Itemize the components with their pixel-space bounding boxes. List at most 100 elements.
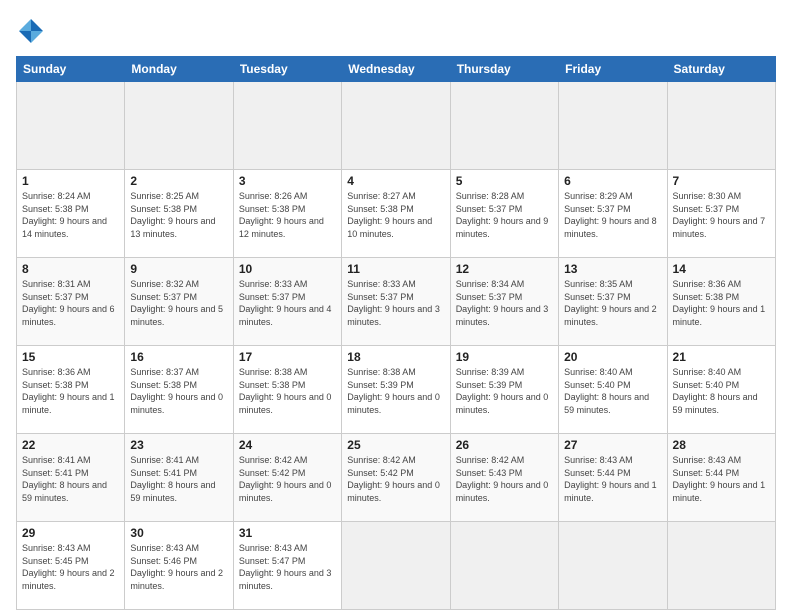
day-detail: Sunrise: 8:35 AMSunset: 5:37 PMDaylight:… (564, 278, 661, 328)
day-number: 30 (130, 526, 227, 540)
day-cell: 17Sunrise: 8:38 AMSunset: 5:38 PMDayligh… (233, 346, 341, 434)
day-detail: Sunrise: 8:42 AMSunset: 5:42 PMDaylight:… (239, 454, 336, 504)
day-cell: 28Sunrise: 8:43 AMSunset: 5:44 PMDayligh… (667, 434, 775, 522)
week-row-6: 29 Sunrise: 8:43 AMSunset: 5:45 PMDayligh… (17, 522, 776, 610)
day-cell: 16 Sunrise: 8:37 AMSunset: 5:38 PMDayligh… (125, 346, 233, 434)
day-detail: Sunrise: 8:42 AMSunset: 5:42 PMDaylight:… (347, 454, 444, 504)
day-number: 29 (22, 526, 119, 540)
day-detail: Sunrise: 8:30 AMSunset: 5:37 PMDaylight:… (673, 190, 770, 240)
day-cell (450, 522, 558, 610)
col-header-tuesday: Tuesday (233, 57, 341, 82)
week-row-4: 15Sunrise: 8:36 AMSunset: 5:38 PMDayligh… (17, 346, 776, 434)
day-detail: Sunrise: 8:41 AMSunset: 5:41 PMDaylight:… (22, 454, 119, 504)
day-cell (559, 522, 667, 610)
day-detail: Sunrise: 8:28 AMSunset: 5:37 PMDaylight:… (456, 190, 553, 240)
page: SundayMondayTuesdayWednesdayThursdayFrid… (0, 0, 792, 612)
day-number: 9 (130, 262, 227, 276)
day-number: 21 (673, 350, 770, 364)
day-cell: 22 Sunrise: 8:41 AMSunset: 5:41 PMDayligh… (17, 434, 125, 522)
day-number: 2 (130, 174, 227, 188)
day-number: 24 (239, 438, 336, 452)
day-cell (342, 522, 450, 610)
day-detail: Sunrise: 8:31 AMSunset: 5:37 PMDaylight:… (22, 278, 119, 328)
day-number: 4 (347, 174, 444, 188)
day-cell (667, 522, 775, 610)
day-number: 1 (22, 174, 119, 188)
day-cell: 29 Sunrise: 8:43 AMSunset: 5:45 PMDayligh… (17, 522, 125, 610)
day-cell (342, 82, 450, 170)
week-row-1 (17, 82, 776, 170)
day-cell: 25 Sunrise: 8:42 AMSunset: 5:42 PMDayligh… (342, 434, 450, 522)
day-cell: 24 Sunrise: 8:42 AMSunset: 5:42 PMDayligh… (233, 434, 341, 522)
day-detail: Sunrise: 8:37 AMSunset: 5:38 PMDaylight:… (130, 366, 227, 416)
day-number: 5 (456, 174, 553, 188)
day-detail: Sunrise: 8:43 AMSunset: 5:44 PMDaylight:… (673, 454, 770, 504)
day-detail: Sunrise: 8:42 AMSunset: 5:43 PMDaylight:… (456, 454, 553, 504)
day-number: 6 (564, 174, 661, 188)
day-cell: 4 Sunrise: 8:27 AMSunset: 5:38 PMDaylight… (342, 170, 450, 258)
day-cell: 9 Sunrise: 8:32 AMSunset: 5:37 PMDaylight… (125, 258, 233, 346)
day-number: 13 (564, 262, 661, 276)
calendar-table: SundayMondayTuesdayWednesdayThursdayFrid… (16, 56, 776, 610)
day-number: 27 (564, 438, 661, 452)
day-cell: 3Sunrise: 8:26 AMSunset: 5:38 PMDaylight… (233, 170, 341, 258)
day-number: 10 (239, 262, 336, 276)
day-detail: Sunrise: 8:36 AMSunset: 5:38 PMDaylight:… (22, 366, 119, 416)
day-detail: Sunrise: 8:34 AMSunset: 5:37 PMDaylight:… (456, 278, 553, 328)
col-header-wednesday: Wednesday (342, 57, 450, 82)
day-number: 25 (347, 438, 444, 452)
col-header-monday: Monday (125, 57, 233, 82)
day-detail: Sunrise: 8:43 AMSunset: 5:44 PMDaylight:… (564, 454, 661, 504)
day-detail: Sunrise: 8:43 AMSunset: 5:46 PMDaylight:… (130, 542, 227, 592)
day-number: 31 (239, 526, 336, 540)
day-cell (125, 82, 233, 170)
day-cell: 27 Sunrise: 8:43 AMSunset: 5:44 PMDayligh… (559, 434, 667, 522)
day-cell (17, 82, 125, 170)
day-number: 20 (564, 350, 661, 364)
day-cell: 21 Sunrise: 8:40 AMSunset: 5:40 PMDayligh… (667, 346, 775, 434)
week-row-2: 1Sunrise: 8:24 AMSunset: 5:38 PMDaylight… (17, 170, 776, 258)
day-cell: 19Sunrise: 8:39 AMSunset: 5:39 PMDayligh… (450, 346, 558, 434)
day-detail: Sunrise: 8:27 AMSunset: 5:38 PMDaylight:… (347, 190, 444, 240)
day-number: 23 (130, 438, 227, 452)
day-number: 12 (456, 262, 553, 276)
day-number: 19 (456, 350, 553, 364)
day-cell (450, 82, 558, 170)
day-cell: 2Sunrise: 8:25 AMSunset: 5:38 PMDaylight… (125, 170, 233, 258)
day-detail: Sunrise: 8:38 AMSunset: 5:39 PMDaylight:… (347, 366, 444, 416)
day-cell: 26Sunrise: 8:42 AMSunset: 5:43 PMDayligh… (450, 434, 558, 522)
day-cell: 20 Sunrise: 8:40 AMSunset: 5:40 PMDayligh… (559, 346, 667, 434)
day-cell: 31 Sunrise: 8:43 AMSunset: 5:47 PMDayligh… (233, 522, 341, 610)
day-detail: Sunrise: 8:43 AMSunset: 5:47 PMDaylight:… (239, 542, 336, 592)
day-detail: Sunrise: 8:43 AMSunset: 5:45 PMDaylight:… (22, 542, 119, 592)
day-number: 14 (673, 262, 770, 276)
day-detail: Sunrise: 8:26 AMSunset: 5:38 PMDaylight:… (239, 190, 336, 240)
day-detail: Sunrise: 8:33 AMSunset: 5:37 PMDaylight:… (239, 278, 336, 328)
day-detail: Sunrise: 8:41 AMSunset: 5:41 PMDaylight:… (130, 454, 227, 504)
col-header-saturday: Saturday (667, 57, 775, 82)
day-cell: 14Sunrise: 8:36 AMSunset: 5:38 PMDayligh… (667, 258, 775, 346)
header-row: SundayMondayTuesdayWednesdayThursdayFrid… (17, 57, 776, 82)
day-cell: 30 Sunrise: 8:43 AMSunset: 5:46 PMDayligh… (125, 522, 233, 610)
col-header-thursday: Thursday (450, 57, 558, 82)
day-cell (233, 82, 341, 170)
col-header-sunday: Sunday (17, 57, 125, 82)
day-detail: Sunrise: 8:40 AMSunset: 5:40 PMDaylight:… (564, 366, 661, 416)
day-number: 22 (22, 438, 119, 452)
day-detail: Sunrise: 8:40 AMSunset: 5:40 PMDaylight:… (673, 366, 770, 416)
day-cell: 8Sunrise: 8:31 AMSunset: 5:37 PMDaylight… (17, 258, 125, 346)
logo-icon (16, 16, 46, 46)
day-cell: 23 Sunrise: 8:41 AMSunset: 5:41 PMDayligh… (125, 434, 233, 522)
day-cell: 18Sunrise: 8:38 AMSunset: 5:39 PMDayligh… (342, 346, 450, 434)
day-cell (559, 82, 667, 170)
day-cell (667, 82, 775, 170)
day-detail: Sunrise: 8:32 AMSunset: 5:37 PMDaylight:… (130, 278, 227, 328)
day-detail: Sunrise: 8:38 AMSunset: 5:38 PMDaylight:… (239, 366, 336, 416)
day-number: 16 (130, 350, 227, 364)
header (16, 16, 776, 46)
day-cell: 13 Sunrise: 8:35 AMSunset: 5:37 PMDayligh… (559, 258, 667, 346)
day-cell: 10 Sunrise: 8:33 AMSunset: 5:37 PMDayligh… (233, 258, 341, 346)
week-row-3: 8Sunrise: 8:31 AMSunset: 5:37 PMDaylight… (17, 258, 776, 346)
logo (16, 16, 50, 46)
day-number: 7 (673, 174, 770, 188)
